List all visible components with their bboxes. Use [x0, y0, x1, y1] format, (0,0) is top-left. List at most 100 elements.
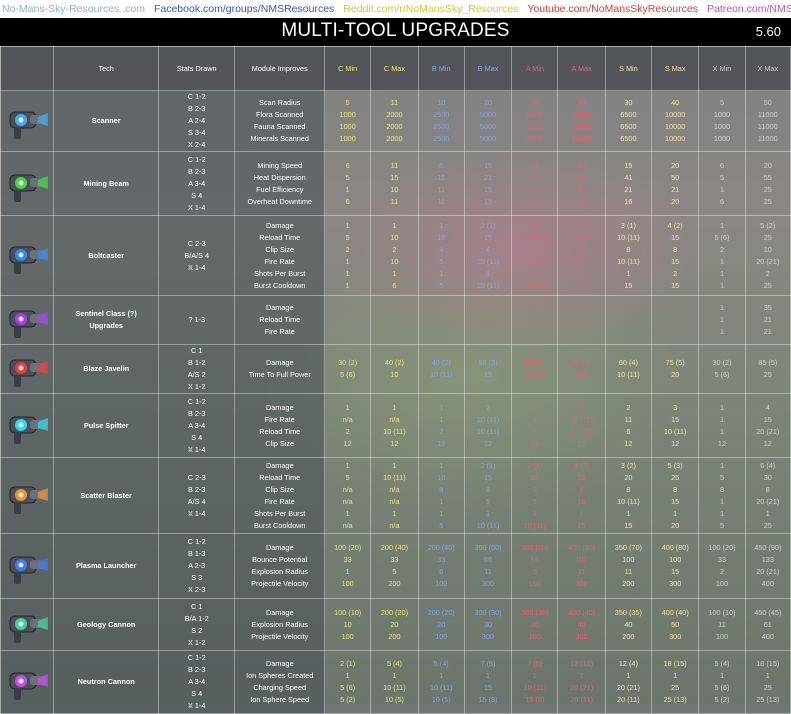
cell-line: 11000: [757, 122, 778, 131]
cell-line: 300 (30): [474, 607, 502, 617]
value-a-max: 12 (10) 1 20 (21) 20 (11): [557, 650, 606, 714]
cell-line: 2: [719, 244, 724, 254]
value-s-min: 3 (2) 20 8 10 (11) 1 15: [604, 457, 653, 534]
scanner-icon: [0, 90, 55, 152]
cell-line: X 1-4: [187, 202, 206, 212]
header-row: Tech Stats Drawn Module Improves C Min C…: [0, 46, 791, 91]
cell-line: Damage: [265, 303, 294, 312]
cell-line: Projectile Velocity: [251, 631, 309, 641]
cell-line: 11: [437, 196, 446, 206]
cell-line: 1: [439, 496, 444, 506]
cell-line: 1: [719, 280, 724, 290]
cell-line: 5 (4): [386, 659, 402, 668]
cell-line: 25: [671, 683, 680, 692]
cell-line: 10 (11): [617, 256, 640, 266]
tech-name: Boltcaster: [53, 215, 159, 296]
cell-line: 300 (60): [521, 543, 549, 552]
cell-line: 12: [671, 438, 680, 448]
top-link[interactable]: Facebook.com/groups/NMSResources: [154, 3, 334, 15]
cell-line: 1: [345, 460, 350, 470]
cell-line: 50: [671, 619, 680, 629]
cell-line: Damage: [265, 607, 294, 617]
cell-line: B 2-3: [187, 484, 206, 494]
cell-line: 30 (2): [338, 358, 358, 367]
cell-line: 1: [392, 220, 397, 230]
cell-line: A/S 2: [187, 370, 206, 379]
cell-line: B 2-3: [187, 166, 206, 176]
cell-line: 20 (11): [617, 695, 640, 704]
cell-line: 15: [671, 256, 680, 266]
cell-line: 15: [483, 232, 493, 242]
header-module-improves: Module Improves: [234, 46, 326, 91]
cell-line: 200 (40): [427, 543, 455, 552]
cell-line: 5 (6): [714, 683, 730, 692]
cell-line: 6: [626, 426, 631, 436]
cell-line: 200: [388, 579, 401, 588]
cell-line: 20: [671, 520, 680, 530]
cell-line: 15: [671, 280, 680, 290]
cell-line: Clip Size: [265, 244, 295, 254]
cell-line: Geology Cannon: [76, 619, 136, 629]
value-b-min: 1 10 4 5 1 5: [417, 215, 465, 296]
cell-line: 100 (20): [708, 543, 736, 552]
value-a-max: 30 10000 10000 10000: [557, 90, 606, 152]
version-label: 5.60: [755, 24, 781, 39]
value-s-max: 400 (80) 100 15 300: [651, 533, 700, 599]
cell-line: 1: [439, 220, 444, 230]
value-x-max: 5 (2) 25 10 20 (21) 2 25: [744, 215, 791, 296]
value-s-min: 3 (1) 10 (11) 8 10 (11) 1 15: [604, 215, 653, 296]
cell-line: 15: [624, 280, 633, 290]
cell-line: X 1-2: [187, 382, 206, 391]
value-b-max: [463, 295, 513, 345]
cell-line: 11: [390, 160, 399, 170]
cell-line: 1: [392, 268, 397, 278]
cell-line: 30: [763, 472, 772, 482]
top-link[interactable]: Youtube.com/NoMansSkyResources: [527, 3, 698, 15]
geology-cannon-icon: [0, 598, 55, 651]
cell-line: 21: [671, 184, 680, 194]
top-link[interactable]: No-Mans-Sky-Resources .com: [2, 3, 145, 15]
cell-line: 2: [485, 402, 491, 412]
cell-line: 10 (11): [383, 683, 406, 692]
cell-line: 10000: [571, 122, 592, 131]
cell-line: n/a: [342, 496, 353, 506]
cell-line: 15: [577, 280, 586, 290]
cell-line: 10: [390, 370, 399, 379]
value-a-min: 50 (3) 10 (11): [511, 344, 559, 394]
cell-line: 3 (1): [574, 220, 590, 230]
value-s-max: 20 50 21 20: [651, 151, 700, 216]
value-s-min: 350 (35) 40 200: [604, 598, 653, 651]
table-row: Mining Beam C 1-2 B 2-3 A 3-4 S 4 X 1-4 Mining…: [0, 151, 791, 216]
cell-line: 5000: [479, 134, 497, 143]
cell-line: 21: [763, 327, 772, 336]
cell-line: 10 (11): [570, 426, 593, 436]
boltcaster-icon: [0, 215, 55, 296]
value-c-min: 100 (20) 33 1 100: [324, 533, 372, 599]
top-link[interactable]: Reddit.com/r/NoMansSky_Resources: [343, 3, 518, 15]
cell-line: 40 (2): [431, 358, 451, 367]
cell-line: 300: [669, 579, 682, 588]
value-c-max: 1 n/a 10 (11) 12: [370, 393, 419, 458]
cell-line: 200 (20): [380, 607, 409, 617]
cell-line: Damage: [265, 543, 294, 552]
top-link[interactable]: Patreon.com/NMSResources: [707, 3, 791, 15]
cell-line: 1: [719, 508, 724, 518]
value-c-min: 100 (10) 10 100: [324, 598, 372, 651]
cell-line: 10000: [571, 134, 592, 143]
value-s-min: 15 41 21 16: [604, 151, 653, 216]
cell-line: 6500: [620, 134, 637, 143]
cell-line: 20: [671, 160, 680, 170]
cell-line: 1: [345, 567, 350, 576]
cell-line: 8: [673, 484, 678, 494]
cell-line: 20 (21): [756, 256, 780, 266]
module-improves: Damage Reload Time Clip Size Fire Rate Shots…: [234, 457, 326, 534]
value-s-min: 12 (4) 1 20 (21) 20 (11): [604, 650, 653, 714]
cell-line: 100: [341, 579, 354, 588]
cell-line: 5: [719, 98, 724, 107]
table-row: Geology Cannon C 1 B/A 1-2 S 2 X 1-2 Damage Ex…: [0, 598, 791, 651]
cell-line: 1: [673, 508, 678, 518]
cell-line: 5 (6): [340, 683, 356, 692]
tech-name: Geology Cannon: [53, 598, 159, 651]
cell-line: 5: [345, 98, 350, 107]
cell-line: 10 (11): [383, 472, 406, 482]
